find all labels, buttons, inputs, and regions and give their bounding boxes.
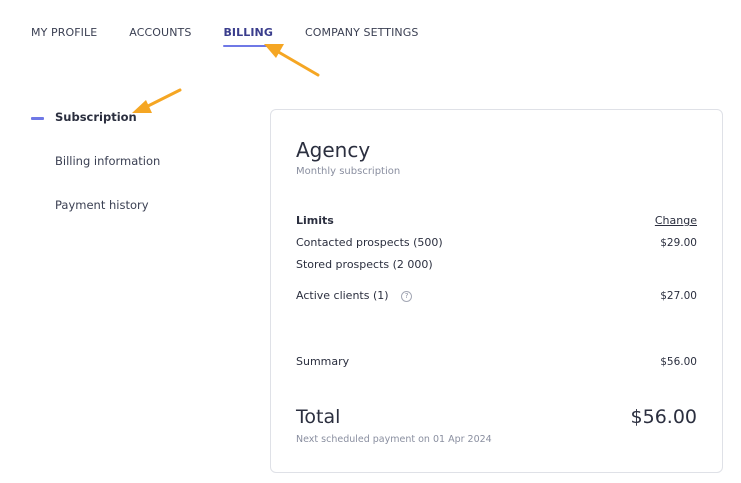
summary-line: Summary $56.00 xyxy=(296,355,697,368)
arrow-to-billing-tab xyxy=(264,44,320,77)
tab-my-profile[interactable]: MY PROFILE xyxy=(31,26,97,47)
sidenav-item-payment-history[interactable]: Payment history xyxy=(31,198,160,214)
sidenav-item-label: Payment history xyxy=(55,198,149,212)
line-label: Stored prospects (2 000) xyxy=(296,258,433,271)
total-amount: $56.00 xyxy=(630,406,697,428)
help-icon[interactable]: ? xyxy=(401,290,413,302)
limit-line-active-clients: Active clients (1) ? $27.00 xyxy=(296,289,697,302)
next-payment-note: Next scheduled payment on 01 Apr 2024 xyxy=(296,434,492,445)
line-amount: $29.00 xyxy=(660,236,697,249)
total-label: Total xyxy=(296,406,341,428)
summary-amount: $56.00 xyxy=(660,355,697,368)
limit-line-contacted-prospects: Contacted prospects (500) $29.00 xyxy=(296,236,697,249)
limit-line-stored-prospects: Stored prospects (2 000) xyxy=(296,258,697,271)
change-link[interactable]: Change xyxy=(655,214,697,227)
billing-sidenav: Subscription Billing information Payment… xyxy=(31,110,160,242)
plan-name: Agency xyxy=(296,138,371,162)
line-label: Active clients (1) xyxy=(296,289,389,302)
top-tabs: MY PROFILE ACCOUNTS BILLING COMPANY SETT… xyxy=(31,26,450,47)
billing-page: MY PROFILE ACCOUNTS BILLING COMPANY SETT… xyxy=(0,0,741,483)
tab-company-settings[interactable]: COMPANY SETTINGS xyxy=(305,26,419,47)
sidenav-item-billing-information[interactable]: Billing information xyxy=(31,154,160,170)
limits-header: Limits Change xyxy=(296,214,697,227)
summary-label: Summary xyxy=(296,355,350,368)
limits-label: Limits xyxy=(296,214,334,227)
tab-billing[interactable]: BILLING xyxy=(223,26,273,47)
plan-type: Monthly subscription xyxy=(296,166,401,177)
line-amount: $27.00 xyxy=(660,289,697,302)
sidenav-item-label: Billing information xyxy=(55,154,161,168)
active-marker xyxy=(31,117,44,120)
total-line: Total $56.00 xyxy=(296,406,697,428)
sidenav-item-label: Subscription xyxy=(55,110,137,124)
line-label: Contacted prospects (500) xyxy=(296,236,443,249)
sidenav-item-subscription[interactable]: Subscription xyxy=(31,110,160,126)
tab-accounts[interactable]: ACCOUNTS xyxy=(129,26,191,47)
subscription-card: Agency Monthly subscription Limits Chang… xyxy=(270,109,723,473)
